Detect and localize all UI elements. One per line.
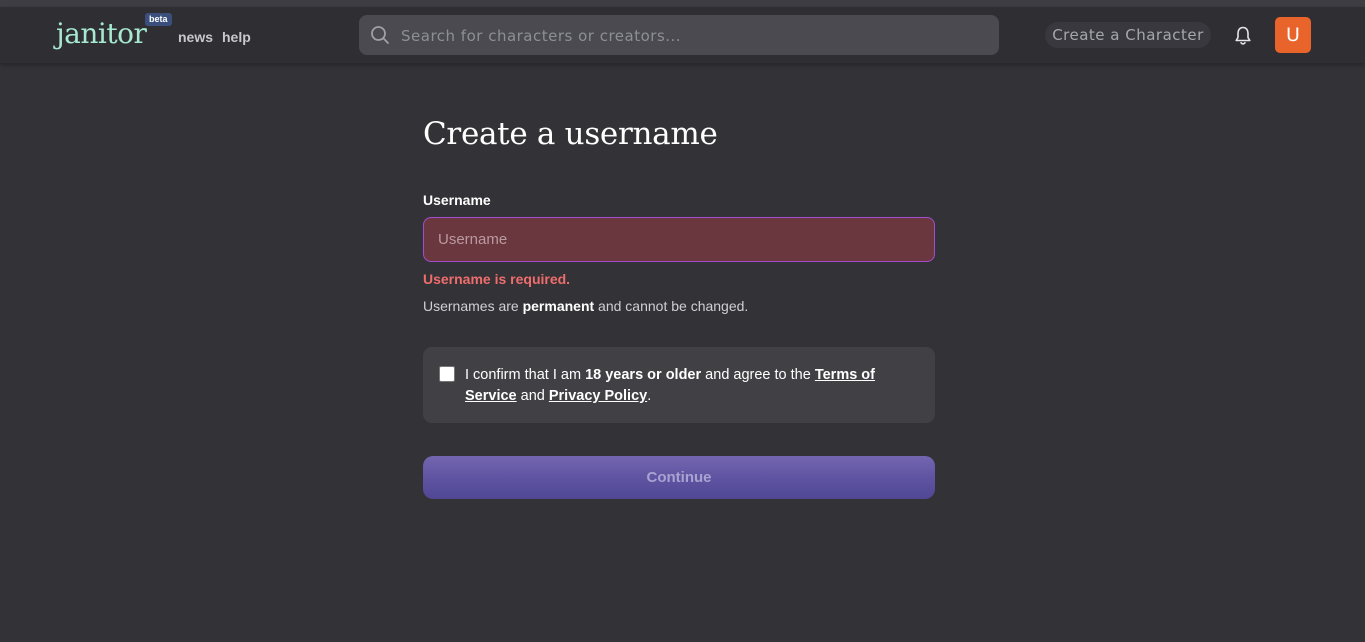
beta-badge: beta (145, 13, 172, 26)
user-avatar[interactable]: U (1275, 17, 1311, 53)
nav-link-news[interactable]: news (178, 29, 213, 45)
create-character-button[interactable]: Create a Character (1045, 22, 1211, 48)
username-input[interactable] (423, 217, 935, 262)
confirm-end: . (647, 388, 652, 404)
top-nav-bar: janitor beta news help Create a Characte… (0, 7, 1365, 63)
username-label: Username (423, 192, 491, 208)
search-icon (371, 26, 389, 44)
username-permanence-hint: Usernames are permanent and cannot be ch… (423, 298, 748, 314)
janitor-logo[interactable]: janitor (56, 16, 147, 52)
continue-button[interactable]: Continue (423, 456, 935, 499)
age-terms-confirmation: I confirm that I am 18 years or older an… (423, 347, 935, 423)
search-input[interactable] (399, 15, 983, 57)
search-bar[interactable] (359, 15, 999, 57)
privacy-policy-link[interactable]: Privacy Policy (549, 388, 647, 404)
hint-suffix: and cannot be changed. (594, 298, 749, 314)
hint-prefix: Usernames are (423, 298, 523, 314)
nav-link-help[interactable]: help (222, 29, 251, 45)
username-error-message: Username is required. (423, 271, 571, 287)
age-confirm-checkbox[interactable] (439, 366, 455, 382)
confirm-and: and (516, 388, 549, 404)
confirm-age-bold: 18 years or older (585, 367, 702, 383)
notification-bell-icon[interactable] (1233, 25, 1253, 47)
hint-bold: permanent (522, 298, 595, 314)
browser-top-strip (0, 0, 1365, 7)
confirm-mid: and agree to the (701, 367, 815, 383)
page-title: Create a username (423, 116, 718, 152)
confirm-text: I confirm that I am 18 years or older an… (465, 365, 895, 407)
confirm-prefix: I confirm that I am (465, 367, 586, 383)
